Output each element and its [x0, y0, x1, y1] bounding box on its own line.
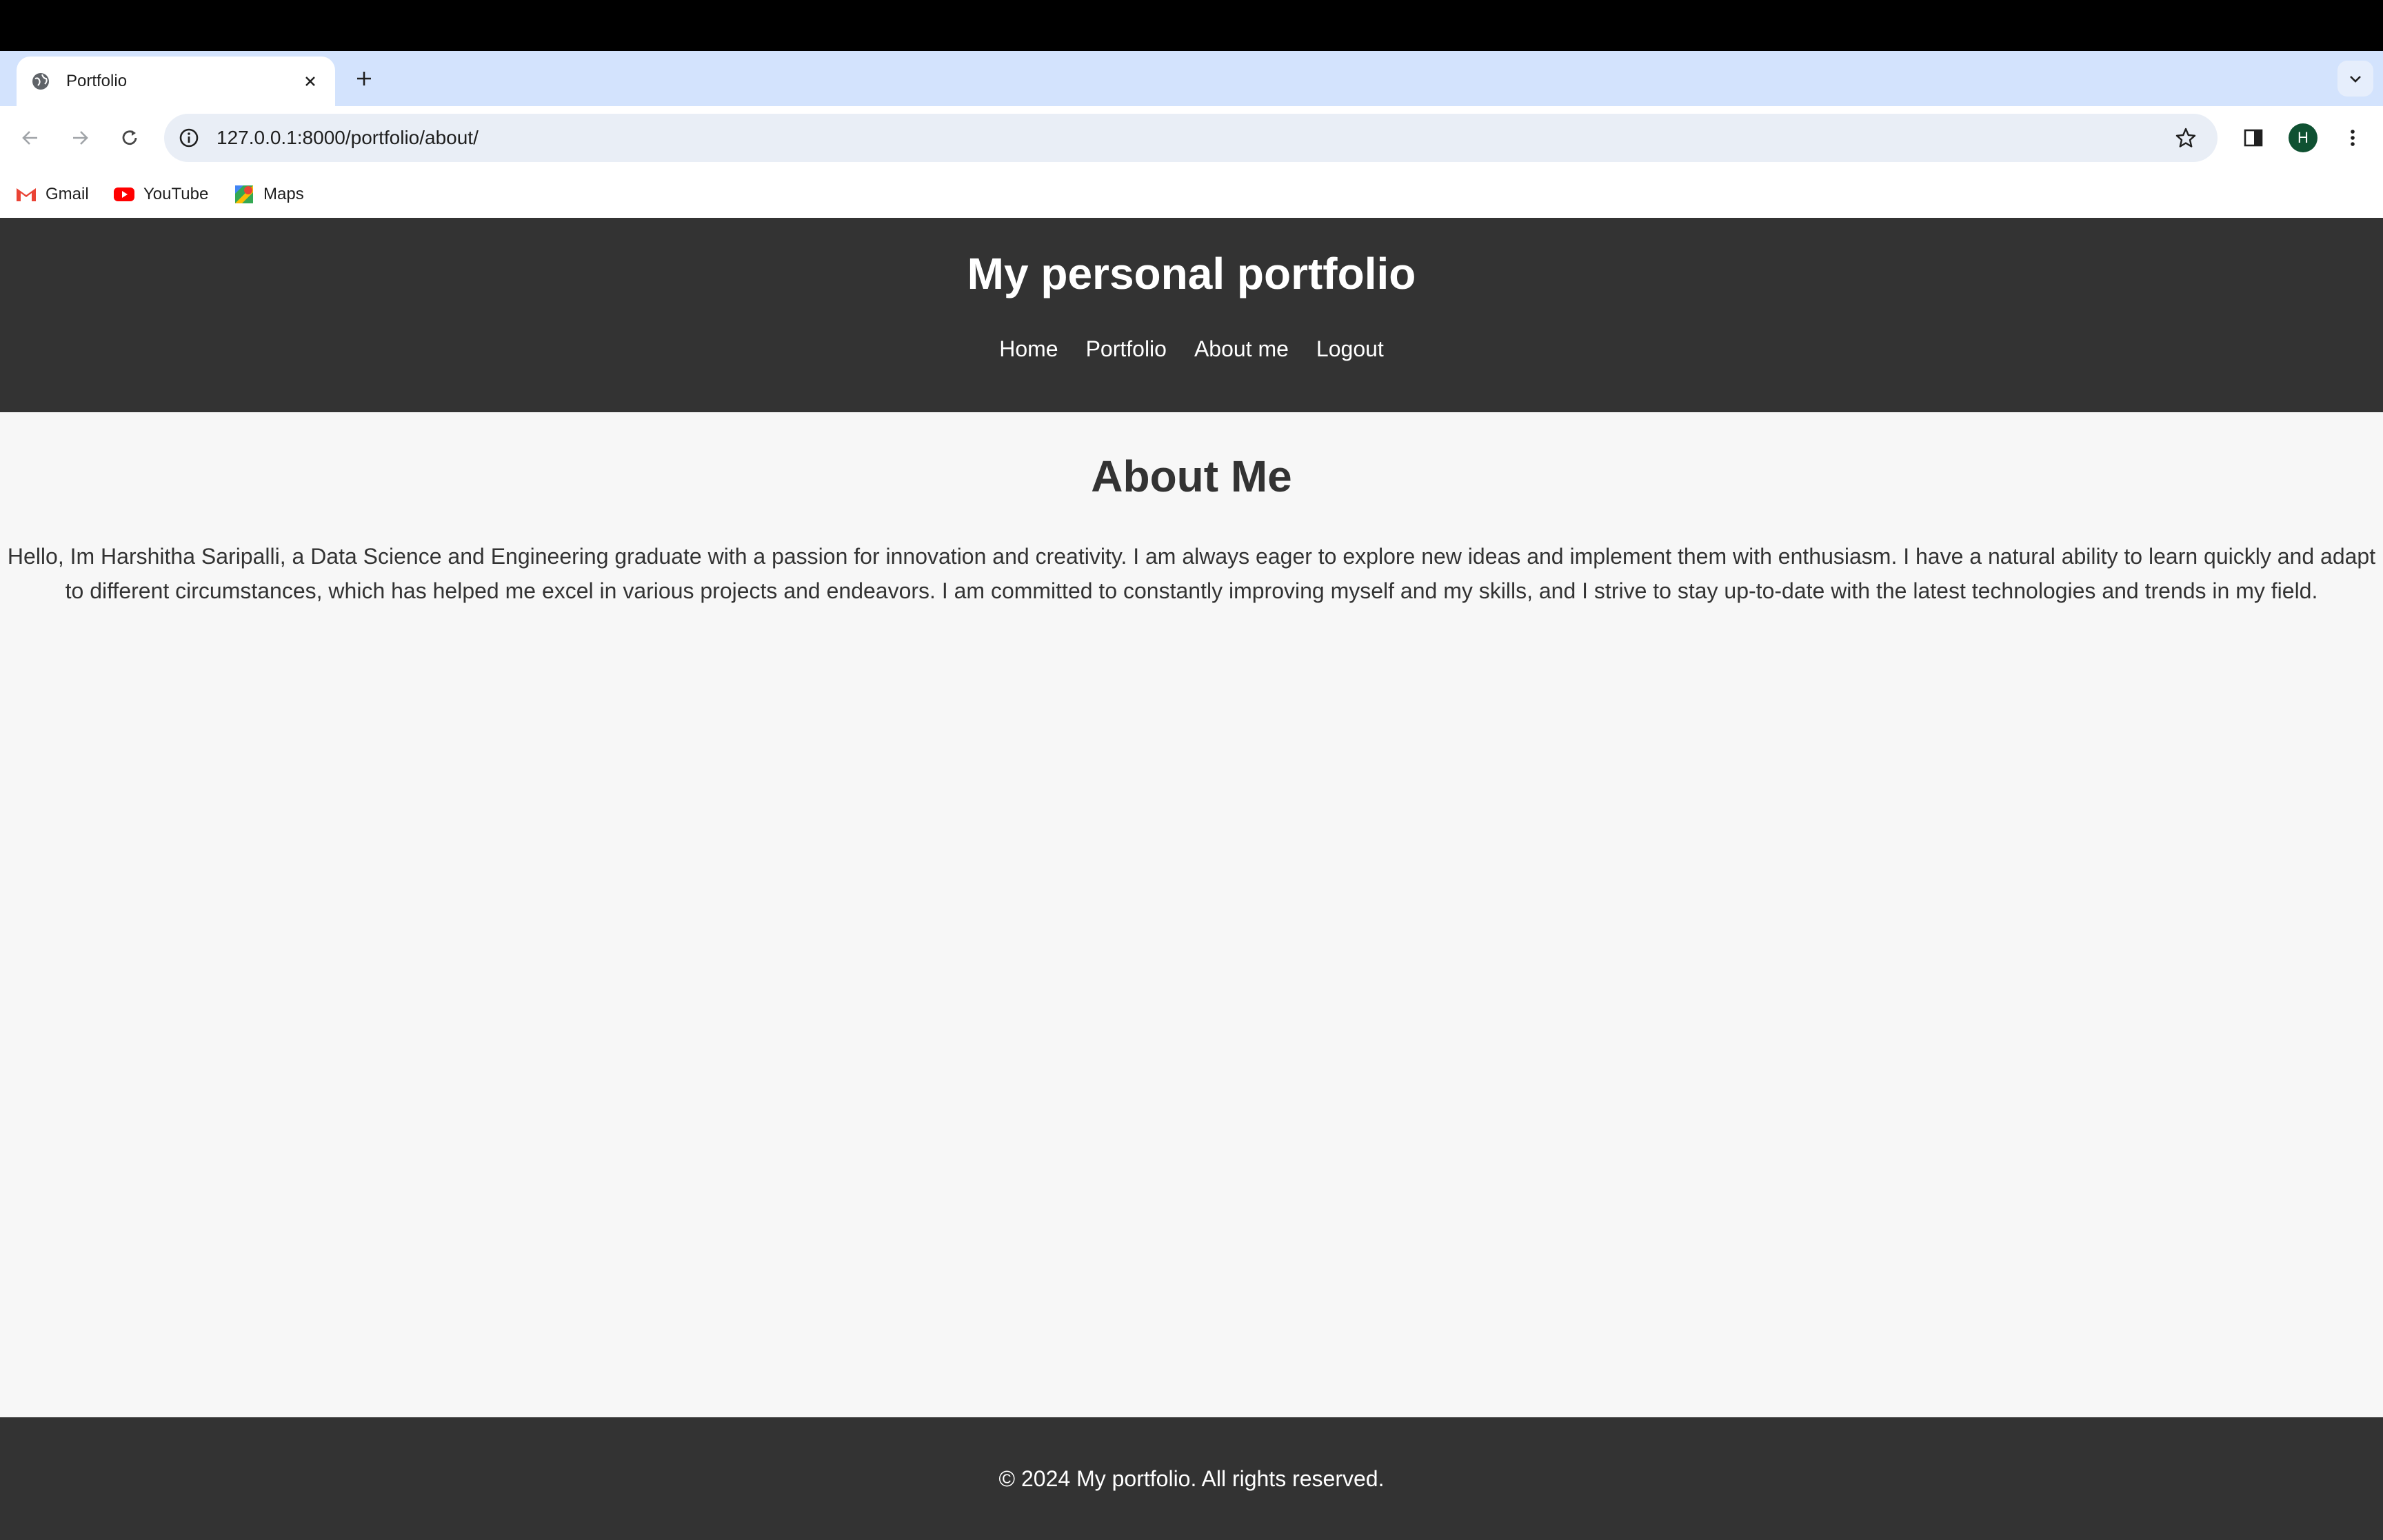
tab-title: Portfolio — [66, 72, 128, 90]
main-content: About Me Hello, Im Harshitha Saripalli, … — [0, 412, 2383, 608]
site-info-icon[interactable] — [177, 125, 201, 150]
browser-menu-button[interactable] — [2336, 121, 2369, 154]
nav-portfolio-link[interactable]: Portfolio — [1086, 336, 1167, 362]
bookmark-youtube[interactable]: YouTube — [113, 181, 208, 208]
bookmark-label: Gmail — [46, 185, 89, 203]
maps-icon — [233, 183, 255, 205]
site-nav: Home Portfolio About me Logout — [0, 336, 2383, 362]
tab-strip: Portfolio — [0, 51, 2383, 106]
plus-icon — [357, 72, 371, 85]
side-panel-button[interactable] — [2237, 121, 2270, 154]
nav-about-link[interactable]: About me — [1194, 336, 1289, 362]
bookmark-label: Maps — [263, 185, 304, 203]
nav-logout-link[interactable]: Logout — [1316, 336, 1384, 362]
globe-icon — [29, 70, 52, 93]
address-bar[interactable]: 127.0.0.1:8000/portfolio/about/ — [164, 114, 2218, 162]
new-tab-button[interactable] — [349, 63, 379, 94]
back-button[interactable] — [14, 121, 47, 154]
gmail-icon — [15, 183, 37, 205]
site-footer: © 2024 My portfolio. All rights reserved… — [0, 1417, 2383, 1540]
arrow-left-icon — [22, 131, 37, 145]
bookmark-star-icon[interactable] — [2172, 124, 2200, 152]
screen-top-bar — [0, 0, 2383, 51]
profile-button[interactable]: H — [2286, 121, 2320, 154]
reload-button[interactable] — [113, 121, 146, 154]
youtube-icon — [113, 183, 135, 205]
bookmark-maps[interactable]: Maps — [233, 181, 304, 208]
url-text: 127.0.0.1:8000/portfolio/about/ — [217, 127, 479, 148]
arrow-right-icon — [73, 131, 88, 145]
footer-text: © 2024 My portfolio. All rights reserved… — [998, 1466, 1385, 1491]
page-heading: About Me — [1091, 452, 1292, 501]
forward-button[interactable] — [63, 121, 97, 154]
close-icon[interactable] — [296, 68, 324, 95]
site-header: My personal portfolio Home Portfolio Abo… — [0, 218, 2383, 412]
site-title: My personal portfolio — [967, 249, 1416, 298]
tab-search-button[interactable] — [2337, 61, 2373, 97]
browser-tab[interactable]: Portfolio — [17, 57, 335, 106]
side-panel-icon — [2244, 129, 2263, 147]
chevron-down-icon — [2350, 76, 2361, 83]
reload-icon — [122, 130, 137, 145]
more-vert-icon — [2351, 130, 2355, 146]
about-paragraph: Hello, Im Harshitha Saripalli, a Data Sc… — [7, 544, 2376, 603]
bookmarks-bar: Gmail YouTube Maps — [0, 170, 2383, 218]
avatar: H — [2289, 123, 2317, 152]
bookmark-label: YouTube — [143, 185, 209, 203]
bookmark-gmail[interactable]: Gmail — [15, 181, 89, 208]
browser-toolbar: 127.0.0.1:8000/portfolio/about/ H — [0, 106, 2383, 170]
nav-home-link[interactable]: Home — [999, 336, 1058, 362]
